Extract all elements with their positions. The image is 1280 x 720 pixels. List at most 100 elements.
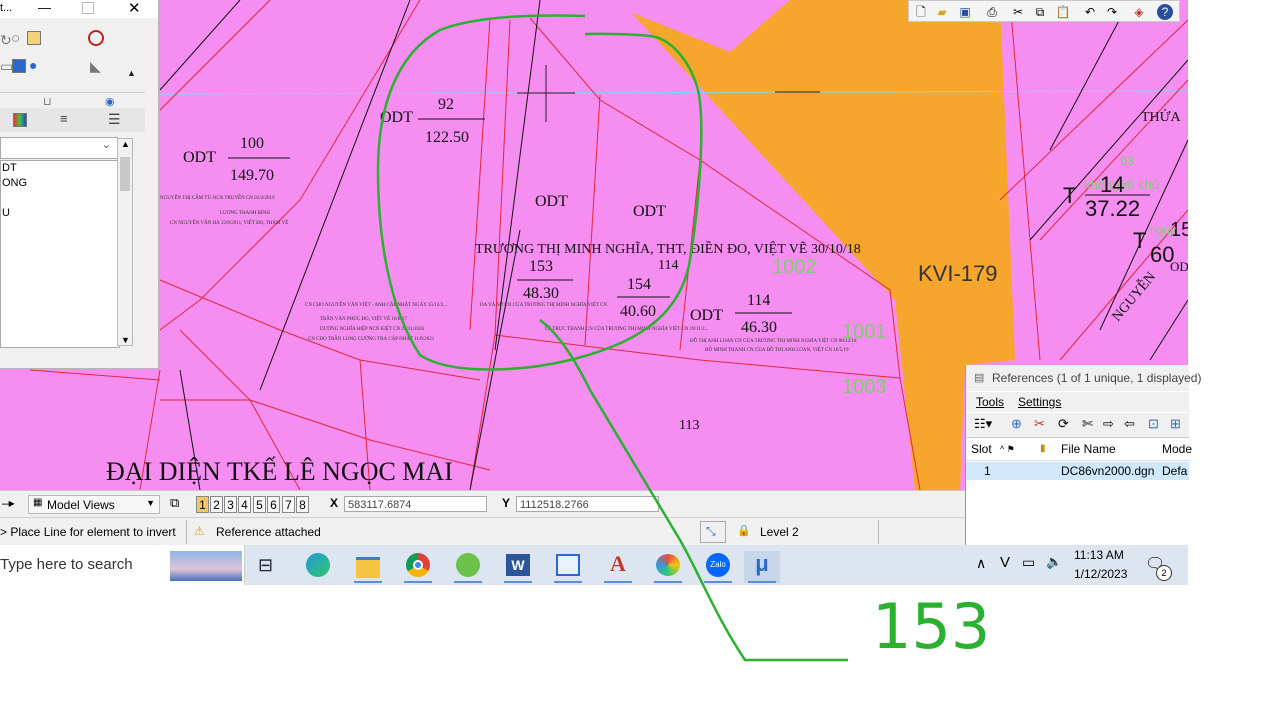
view-button-5[interactable]: 5 [253,496,266,513]
print-icon[interactable]: ⎙ [984,4,1000,20]
clock-time[interactable]: 11:13 AM [1074,548,1124,562]
globe-icon[interactable]: ● [29,57,37,73]
attach-icon[interactable]: ⊕ [1011,416,1022,432]
view-button-8[interactable]: 8 [296,496,309,513]
svg-text:LÊ TRỰC THANH CN CỦA TRƯƠNG TH: LÊ TRỰC THANH CN CỦA TRƯƠNG THỊ MINH NGH… [545,326,708,332]
edge-icon[interactable] [300,551,336,583]
chevron-down-icon[interactable]: ⌄ [102,138,111,151]
menu-settings[interactable]: Settings [1018,392,1061,412]
menu-tools[interactable]: Tools [976,392,1004,412]
volume-icon[interactable]: 🔈 [1046,554,1062,570]
snap-button[interactable]: ⤡ [700,521,726,543]
windows-taskbar: Type here to search ⊟ W A Zalo μ ∧ V ▭ 🔈… [0,545,1188,585]
level-icon[interactable]: ⊔ [43,95,52,108]
references-titlebar: ▤ References (1 of 1 unique, 1 displayed… [966,365,1201,391]
autocad-icon[interactable]: A [600,551,636,583]
fill-icon[interactable] [27,31,41,45]
level-filter-input[interactable]: ⌄ [0,137,118,159]
parcel-100-use: ODT [183,149,216,166]
list-view-icon[interactable]: ☷▾ [974,416,992,432]
close-icon[interactable]: ✕ [128,0,141,17]
odt-label-a: ODT [535,193,568,210]
network-icon[interactable]: ▭ [1022,554,1035,571]
minimize-icon[interactable]: — [38,0,51,15]
copy-ref-icon[interactable]: ⇦ [1124,416,1135,432]
eye-icon[interactable]: ◉ [105,95,115,108]
level-item[interactable] [1,191,119,206]
rotate-icon[interactable]: ↻ [0,32,12,49]
paste-icon[interactable]: 📋 [1055,4,1071,20]
lines-icon[interactable]: ≡ [60,111,68,126]
clock-date[interactable]: 1/12/2023 [1074,567,1127,581]
color-fill-icon[interactable] [12,59,26,73]
circle-icon[interactable]: ○ [11,30,20,47]
level-scrollbar[interactable]: ▲ ▼ [117,138,133,346]
parcel-100-area: 149.70 [230,167,274,184]
view-button-6[interactable]: 6 [267,496,280,513]
color-icon[interactable] [13,113,27,127]
x-coordinate-field[interactable]: 583117.6874 [344,496,487,512]
col-slot[interactable]: Slot [971,438,992,460]
new-file-icon[interactable]: 🗋 [913,4,929,20]
collapse-arrow-icon[interactable]: ▲ [127,68,136,78]
zalo-icon[interactable]: Zalo [700,551,736,583]
level-list[interactable]: DT ONG U [0,160,120,348]
table-row[interactable]: 1 DC86vn2000.dgn Defa [966,462,1189,480]
taskbar-search-box[interactable]: Type here to search [0,545,245,585]
file-explorer-icon[interactable] [350,551,386,583]
y-coordinate-field[interactable]: 1112518.2766 [516,496,659,512]
reload-icon[interactable]: ⟳ [1058,416,1069,432]
kvi-label: KVI-179 [918,261,998,286]
lock-icon[interactable]: 🔒 [737,524,751,537]
scroll-up-icon[interactable]: ▲ [121,139,130,149]
copy-icon[interactable]: ⧉ [1032,4,1048,20]
cut-icon[interactable]: ✂ [1010,4,1026,20]
col-file-name[interactable]: File Name [1061,438,1116,460]
clip-icon[interactable]: ✄ [1082,416,1093,432]
view-button-7[interactable]: 7 [282,496,295,513]
redo-icon[interactable]: ↷ [1104,4,1120,20]
task-view-icon[interactable]: ⊟ [258,555,273,576]
save-icon[interactable]: ▣ [957,4,973,20]
level-item[interactable]: DT [1,161,119,176]
move-icon[interactable]: ⇨ [1103,416,1114,432]
od-label: OD [1170,259,1188,274]
word-icon[interactable]: W [500,551,536,583]
rotate-ref-icon[interactable]: ⊞ [1170,416,1181,432]
show-hidden-icons-icon[interactable]: ∧ [976,555,986,572]
col-mode[interactable]: Mode [1162,438,1192,460]
undo-icon[interactable]: ↶ [1082,4,1098,20]
model-views-label: Model Views [47,498,115,512]
view-button-4[interactable]: 4 [238,496,251,513]
scrollbar-thumb[interactable] [120,157,130,191]
vietkey-icon[interactable]: V [1000,554,1010,571]
view-window-icon[interactable]: ⧉ [170,495,179,511]
snap-icon: ⤡ [706,524,716,538]
active-level[interactable]: Level 2 [760,525,799,539]
list-icon[interactable]: ☰ [108,111,121,128]
model-views-dropdown[interactable]: ▦ Model Views ▼ [28,495,160,514]
view-control-icon[interactable]: –▸ [2,496,15,510]
row-file-name: DC86vn2000.dgn [1061,464,1155,478]
pointer-icon[interactable]: ◣ [90,58,101,75]
scroll-down-icon[interactable]: ▼ [121,335,130,345]
open-folder-icon[interactable]: ▰ [934,4,950,20]
no-entry-icon[interactable] [88,30,104,46]
view-button-1[interactable]: 1 [196,496,209,513]
chrome-icon[interactable] [400,551,436,583]
view-button-2[interactable]: 2 [210,496,223,513]
level-item[interactable]: ONG [1,176,119,191]
level-item[interactable]: U [1,206,119,221]
svg-text:DA VÀ SỬ CN CỦA TRƯƠNG THỊ MIN: DA VÀ SỬ CN CỦA TRƯƠNG THỊ MINH NGHĨA VI… [480,302,607,308]
maximize-icon[interactable] [82,2,94,14]
microstation-icon[interactable]: μ [744,551,780,583]
scale-icon[interactable]: ⊡ [1148,416,1159,432]
bentley-icon[interactable]: ◈ [1131,4,1147,20]
vietnam-app-icon[interactable] [450,551,486,583]
detach-icon[interactable]: ✂ [1034,416,1045,432]
view-button-3[interactable]: 3 [224,496,237,513]
sort-icon[interactable]: ^ ⚑ [1000,438,1015,460]
ultraviewer-icon[interactable] [550,551,586,583]
paint-icon[interactable] [650,551,686,583]
help-icon[interactable]: ? [1157,4,1173,20]
